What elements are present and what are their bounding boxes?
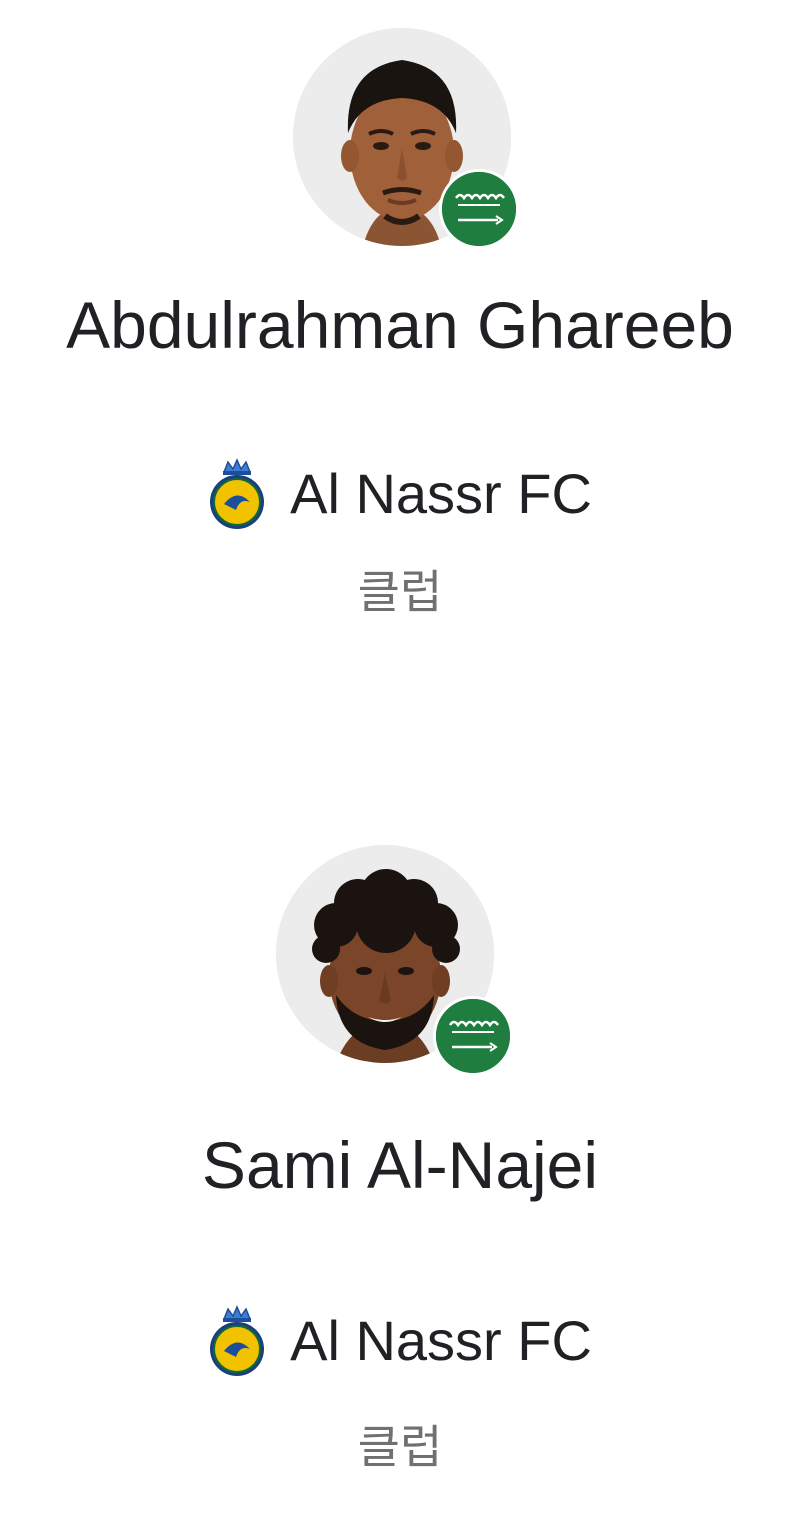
al-nassr-crest-icon [210,458,265,529]
club-role-label: 클럽 [357,1420,443,1474]
player-name: Abdulrahman Ghareeb [66,288,734,362]
player-photo-avatar[interactable] [276,845,494,1063]
player-name: Sami Al-Najei [201,1128,599,1202]
player-card[interactable]: Abdulrahman Ghareeb Al Nassr FC 클럽 [0,0,800,680]
club-role-label: 클럽 [357,565,443,619]
club-row[interactable]: Al Nassr FC [0,1305,800,1377]
al-nassr-crest-icon [210,1305,265,1376]
club-name[interactable]: Al Nassr FC [290,462,592,526]
club-row[interactable]: Al Nassr FC [0,458,800,530]
saudi-arabia-flag-icon [439,169,519,249]
club-name[interactable]: Al Nassr FC [290,1309,592,1373]
